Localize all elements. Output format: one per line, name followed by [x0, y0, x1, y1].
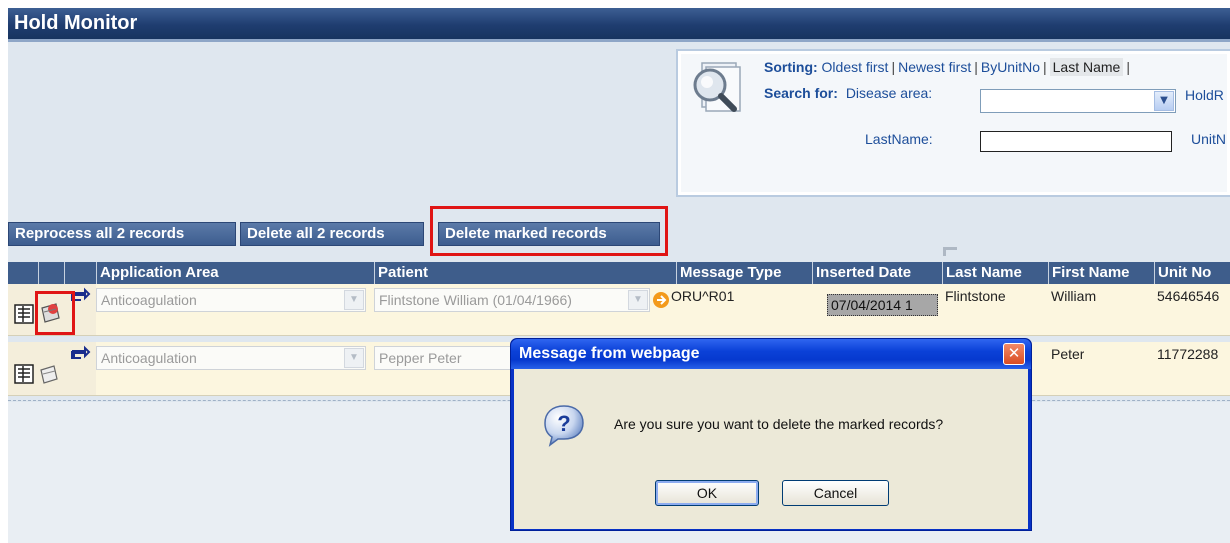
resize-corner-mark: [943, 247, 957, 256]
unitno-label: UnitN: [1191, 131, 1227, 147]
confirm-dialog: Message from webpage ✕ ? Are you sure yo…: [510, 338, 1032, 531]
first-name-cell: William: [1051, 288, 1097, 304]
lastname-input[interactable]: [980, 131, 1172, 152]
header-patient[interactable]: Patient: [374, 262, 676, 284]
application-area-value: Anticoagulation: [101, 350, 197, 366]
lastname-label: LastName:: [865, 131, 933, 147]
header-blank-1: [8, 262, 38, 284]
unit-no-cell: 54646546: [1157, 288, 1220, 304]
header-first-name[interactable]: First Name: [1048, 262, 1154, 284]
delete-all-button[interactable]: Delete all 2 records: [240, 222, 424, 246]
last-name-cell: Flintstone: [945, 288, 1006, 304]
sort-separator: |: [1126, 59, 1130, 75]
patient-select[interactable]: Flintstone William (01/04/1966) ▼: [374, 288, 650, 312]
header-inserted-date[interactable]: Inserted Date: [812, 262, 942, 284]
patient-select[interactable]: Pepper Peter: [374, 346, 514, 370]
highlight-box-delete-marked: [430, 206, 668, 256]
reprocess-arrows-icon[interactable]: [69, 344, 91, 362]
cancel-button[interactable]: Cancel: [782, 480, 889, 506]
svg-text:?: ?: [557, 411, 570, 436]
chevron-down-icon[interactable]: ▼: [344, 290, 364, 310]
search-for-label: Search for:: [764, 85, 838, 101]
holdr-label: HoldR: [1185, 87, 1224, 103]
delete-marker-icon[interactable]: [38, 364, 60, 384]
message-type-cell: ORU^R01: [671, 288, 735, 304]
search-panel: Sorting: Oldest first | Newest first | ByUni…: [676, 49, 1230, 197]
hold-monitor-app: Hold Monitor Sorting: Oldest first | Newes…: [0, 0, 1230, 543]
search-row: Search for: Disease area:: [764, 85, 932, 101]
header-last-name[interactable]: Last Name: [942, 262, 1048, 284]
patient-value: Pepper Peter: [379, 350, 462, 366]
dialog-body: ? Are you sure you want to delete the ma…: [514, 369, 1028, 529]
patient-value: Flintstone William (01/04/1966): [379, 292, 572, 308]
inserted-date-cell[interactable]: 07/04/2014 1: [827, 294, 938, 316]
sorting-row: Sorting: Oldest first | Newest first | ByUni…: [764, 58, 1130, 76]
disease-area-select[interactable]: ▼: [980, 89, 1176, 113]
details-icon[interactable]: [14, 304, 34, 324]
reprocess-all-button[interactable]: Reprocess all 2 records: [8, 222, 236, 246]
grid-header: Application Area Patient Message Type In…: [8, 262, 1230, 284]
header-blank-2: [38, 262, 64, 284]
chevron-down-icon[interactable]: ▼: [1154, 91, 1174, 111]
ok-button[interactable]: OK: [655, 480, 759, 506]
unit-no-cell: 11772288: [1157, 346, 1219, 362]
sort-last-name[interactable]: Last Name: [1049, 58, 1124, 76]
highlight-box-delete-icon: [35, 291, 75, 335]
chevron-down-icon[interactable]: ▼: [628, 290, 648, 310]
disease-area-label: Disease area:: [845, 85, 933, 101]
search-magnifier-icon: [686, 59, 748, 115]
header-unit-no[interactable]: Unit No: [1154, 262, 1230, 284]
orange-arrow-icon[interactable]: [652, 291, 670, 309]
first-name-cell: Peter: [1051, 346, 1085, 362]
sort-oldest-first[interactable]: Oldest first: [822, 59, 889, 75]
question-icon: ?: [544, 405, 584, 447]
close-icon[interactable]: ✕: [1003, 343, 1025, 365]
sort-by-unit-no[interactable]: ByUnitNo: [981, 59, 1040, 75]
application-area-value: Anticoagulation: [101, 292, 197, 308]
details-icon[interactable]: [14, 364, 34, 384]
dialog-title: Message from webpage: [511, 339, 1031, 369]
chevron-down-icon[interactable]: ▼: [344, 348, 364, 368]
header-blank-3: [64, 262, 96, 284]
dialog-title-text: Message from webpage: [519, 345, 700, 362]
application-area-select[interactable]: Anticoagulation ▼: [96, 288, 366, 312]
header-message-type[interactable]: Message Type: [676, 262, 812, 284]
application-area-select[interactable]: Anticoagulation ▼: [96, 346, 366, 370]
sorting-label: Sorting:: [764, 59, 818, 75]
header-application-area[interactable]: Application Area: [96, 262, 374, 284]
page-title: Hold Monitor: [8, 8, 1230, 42]
sort-newest-first[interactable]: Newest first: [898, 59, 971, 75]
table-row: Anticoagulation ▼ Flintstone William (01…: [8, 284, 1230, 336]
dialog-message: Are you sure you want to delete the mark…: [614, 416, 944, 432]
